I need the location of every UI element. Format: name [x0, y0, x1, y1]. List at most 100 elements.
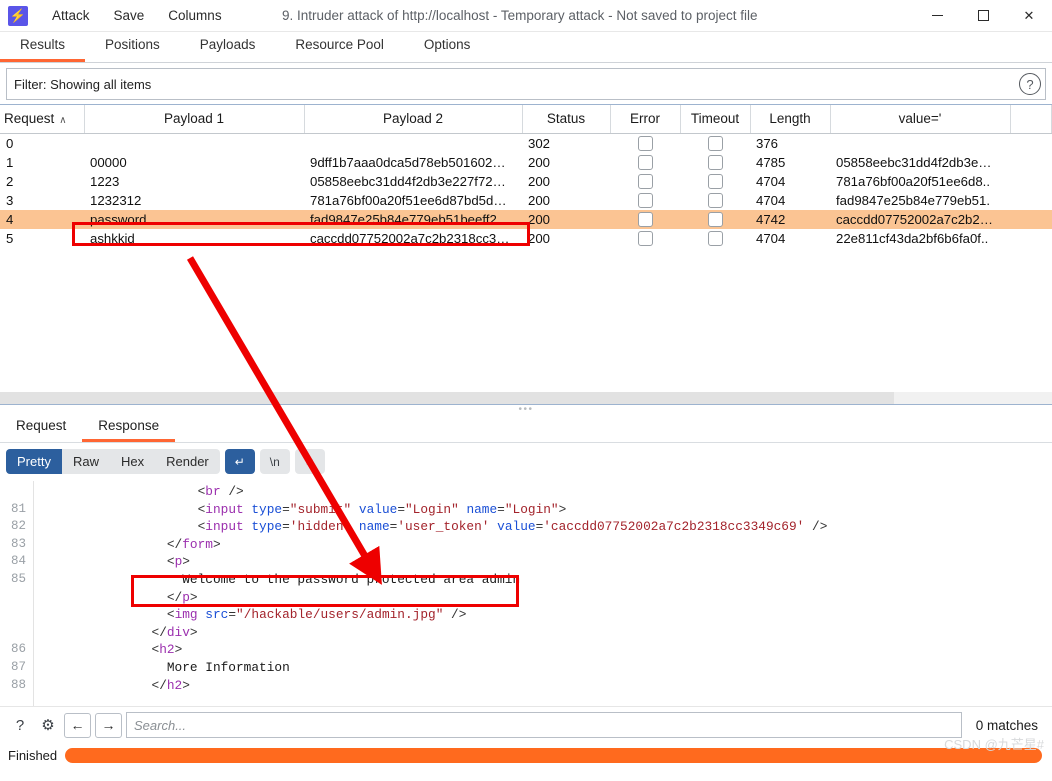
error-checkbox[interactable]	[637, 174, 653, 189]
cell-value	[830, 134, 1010, 153]
code-token-val: "/hackable/users/admin.jpg"	[236, 607, 444, 623]
line-number-gutter: 81 82 83 84 85 86 87 88	[0, 481, 34, 706]
newline-icon[interactable]: \n	[259, 449, 290, 474]
timeout-checkbox[interactable]	[707, 212, 723, 227]
code-line: <h2>	[44, 641, 1052, 659]
cell-status: 200	[528, 230, 551, 246]
cell-length: 4785	[756, 154, 786, 170]
error-checkbox[interactable]	[637, 193, 653, 208]
window-controls: ✕	[914, 0, 1052, 32]
column-header-payload1[interactable]: Payload 1	[84, 105, 305, 134]
search-bar: ? ⚙ ← → 0 matches	[0, 706, 1052, 743]
cell-payload1	[84, 134, 304, 153]
cell-error[interactable]	[610, 153, 680, 172]
attack-status-label: Finished	[8, 748, 58, 763]
timeout-checkbox[interactable]	[707, 231, 723, 246]
help-icon[interactable]: ?	[1019, 73, 1041, 95]
response-code-panel[interactable]: 81 82 83 84 85 86 87 88 <br /> <input type="su…	[0, 481, 1052, 706]
column-header-request[interactable]: Request ∧	[0, 105, 85, 134]
cell-length: 4742	[750, 209, 830, 229]
timeout-checkbox[interactable]	[707, 136, 723, 152]
table-horizontal-scrollbar[interactable]	[0, 392, 1052, 404]
tab-options[interactable]: Options	[404, 32, 491, 62]
cell-error[interactable]	[610, 191, 680, 210]
tab-payloads[interactable]: Payloads	[180, 32, 276, 62]
cell-timeout[interactable]	[680, 191, 750, 210]
view-mode-hex[interactable]: Hex	[109, 449, 156, 474]
column-header-spacer	[1010, 105, 1052, 134]
cell-timeout[interactable]	[680, 172, 750, 191]
maximize-button[interactable]	[960, 0, 1006, 32]
code-line: </form>	[44, 536, 1052, 554]
table-row[interactable]: 1 00000 9dff1b7aaa0dca5d78eb501602… 200 4785…	[0, 153, 1052, 172]
minimize-button[interactable]	[914, 0, 960, 32]
cell-error[interactable]	[610, 172, 680, 191]
view-mode-render[interactable]: Render	[155, 449, 220, 474]
view-mode-pretty[interactable]: Pretty	[6, 449, 62, 474]
column-header-payload2[interactable]: Payload 2	[304, 105, 523, 134]
cell-timeout[interactable]	[680, 229, 750, 248]
timeout-checkbox[interactable]	[707, 193, 723, 208]
line-number: 86	[10, 642, 26, 657]
scrollbar-thumb[interactable]	[0, 392, 895, 404]
panel-splitter[interactable]: •••	[0, 404, 1052, 414]
error-checkbox[interactable]	[637, 155, 653, 170]
cell-timeout[interactable]	[680, 134, 750, 153]
tab-positions[interactable]: Positions	[85, 32, 180, 62]
code-token-tag: div	[166, 624, 190, 640]
results-table-container: Request ∧ Payload 1 Payload 2 Status Erro…	[0, 104, 1052, 404]
column-header-error[interactable]: Error	[610, 105, 681, 134]
line-number	[0, 624, 26, 642]
column-header-value[interactable]: value='	[830, 105, 1011, 134]
view-mode-raw[interactable]: Raw	[61, 449, 110, 474]
burp-intruder-window: ⚡ Attack Save Columns 9. Intruder attack…	[0, 0, 1052, 781]
code-token-tag: img	[174, 607, 198, 623]
menu-columns[interactable]: Columns	[156, 4, 233, 27]
word-wrap-icon[interactable]: ↵	[224, 449, 255, 474]
table-row[interactable]: 5 ashkkjd caccdd07752002a7c2b2318cc3… 200 47…	[0, 229, 1052, 248]
format-lines-icon[interactable]: ≡	[294, 449, 325, 474]
cell-error[interactable]	[610, 134, 680, 153]
column-header-status[interactable]: Status	[522, 105, 611, 134]
response-code-content[interactable]: <br /> <input type="submit" value="Login…	[34, 481, 1052, 706]
cell-spacer	[1010, 153, 1052, 172]
code-token-pun: =	[497, 501, 505, 517]
close-button[interactable]: ✕	[1006, 0, 1052, 32]
error-checkbox[interactable]	[637, 212, 653, 227]
timeout-checkbox[interactable]	[707, 155, 723, 170]
timeout-checkbox[interactable]	[707, 174, 723, 189]
table-row[interactable]: 3 1232312 781a76bf00a20f51ee6d87bd5d… 200 47…	[0, 191, 1052, 210]
table-row[interactable]: 4 password fad9847e25b84e779eb51beeff2. 200…	[0, 209, 1052, 229]
error-checkbox[interactable]	[637, 136, 653, 152]
gear-icon[interactable]: ⚙	[36, 713, 60, 737]
line-number: 85	[10, 571, 26, 586]
view-mode-group: Pretty Raw Hex Render	[6, 449, 220, 474]
menu-attack[interactable]: Attack	[40, 4, 102, 27]
tab-response[interactable]: Response	[82, 414, 176, 442]
column-header-timeout[interactable]: Timeout	[680, 105, 751, 134]
line-number	[0, 606, 26, 624]
filter-bar[interactable]: Filter: Showing all items ?	[6, 68, 1046, 100]
cell-error[interactable]	[610, 209, 680, 229]
cell-payload1: ashkkjd	[90, 230, 135, 246]
code-token-pun: >	[189, 589, 198, 605]
cell-status: 200	[528, 192, 551, 208]
error-checkbox[interactable]	[637, 231, 653, 246]
cell-value: 05858eebc31dd4f2db3e…	[836, 154, 992, 170]
table-row[interactable]: 2 1223 05858eebc31dd4f2db3e227f72… 200 4704 7…	[0, 172, 1052, 191]
search-previous-button[interactable]: ←	[64, 712, 91, 738]
cell-timeout[interactable]	[680, 153, 750, 172]
tab-request[interactable]: Request	[0, 414, 82, 442]
table-row[interactable]: 0 302 376	[0, 134, 1052, 153]
search-next-button[interactable]: →	[95, 712, 122, 738]
search-input[interactable]	[126, 712, 962, 738]
code-token-pun: =	[397, 501, 405, 517]
tab-results[interactable]: Results	[0, 32, 86, 62]
menu-save[interactable]: Save	[102, 4, 157, 27]
search-help-icon[interactable]: ?	[8, 713, 32, 737]
tab-resource-pool[interactable]: Resource Pool	[275, 32, 404, 62]
cell-length: 4704	[756, 192, 786, 208]
cell-error[interactable]	[610, 229, 680, 248]
column-header-length[interactable]: Length	[750, 105, 831, 134]
cell-timeout[interactable]	[680, 209, 750, 229]
